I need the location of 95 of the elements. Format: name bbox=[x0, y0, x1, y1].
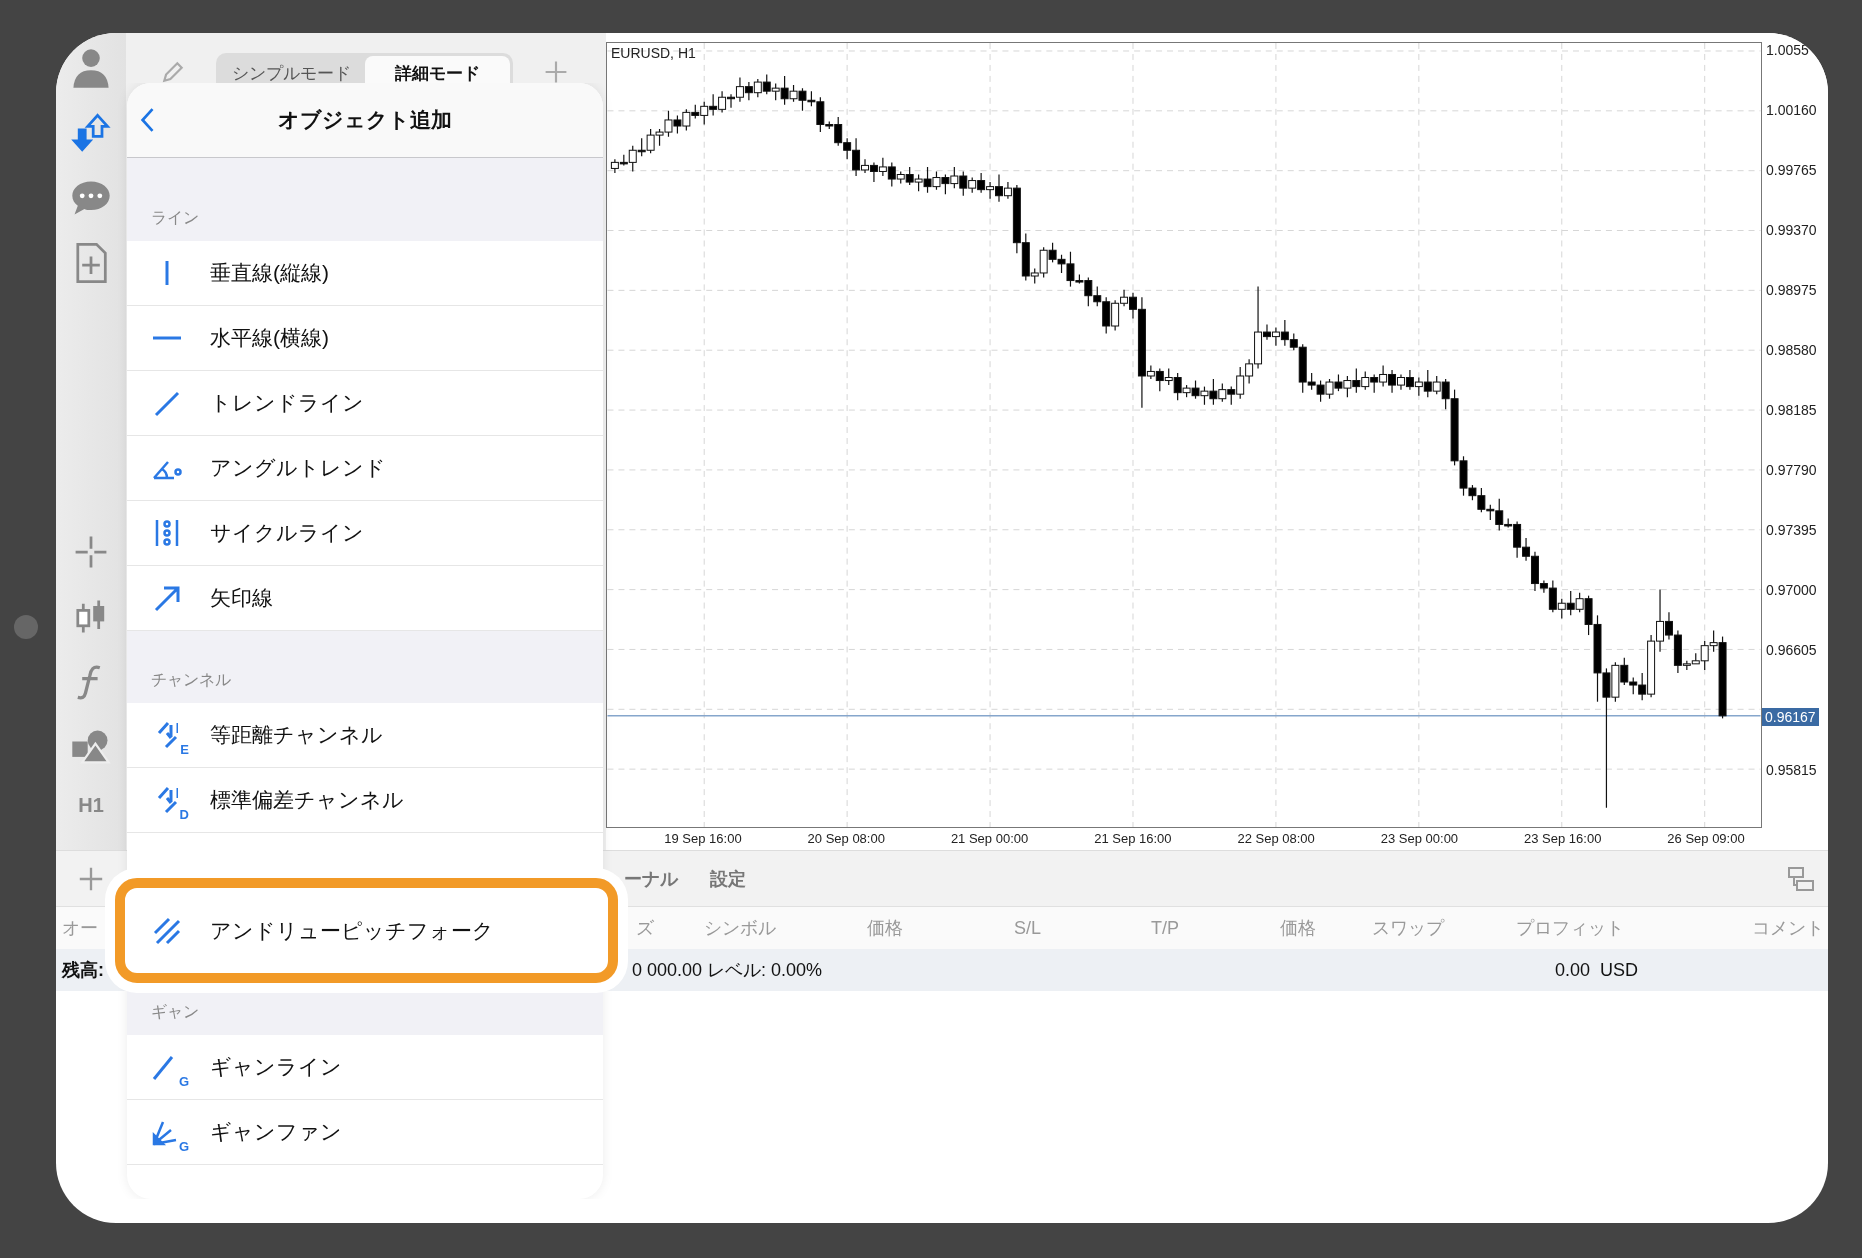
column-header: 価格 bbox=[866, 917, 904, 940]
menu-item[interactable]: アングルトレンド bbox=[127, 436, 603, 501]
channel-icon bbox=[156, 721, 178, 749]
price-label: 0.96605 bbox=[1766, 642, 1817, 658]
balance-label: 残高: bbox=[60, 959, 105, 982]
candle bbox=[1334, 373, 1343, 392]
candle bbox=[1405, 369, 1414, 391]
time-label: 23 Sep 16:00 bbox=[1523, 831, 1603, 846]
price-label: 0.97000 bbox=[1766, 582, 1817, 598]
candle bbox=[762, 73, 771, 95]
price-label: 0.99370 bbox=[1766, 222, 1817, 239]
price-label: 0.97395 bbox=[1766, 522, 1817, 538]
candle bbox=[744, 81, 753, 101]
candle bbox=[1325, 378, 1334, 400]
candle bbox=[950, 166, 959, 189]
icon-letter: D bbox=[179, 807, 189, 822]
section-title: ギャン bbox=[151, 1002, 199, 1022]
column-header: シンボル bbox=[703, 917, 777, 940]
column-header: 価格 bbox=[1278, 917, 1317, 940]
mode-tab[interactable]: シンプルモード bbox=[219, 56, 365, 91]
time-label: 21 Sep 16:00 bbox=[1093, 831, 1173, 846]
price-label: 0.95815 bbox=[1766, 761, 1817, 778]
column-header: プロフィット bbox=[1515, 917, 1625, 940]
icon-letter: G bbox=[178, 1139, 189, 1154]
candle bbox=[1566, 590, 1575, 616]
candle bbox=[932, 170, 941, 191]
candle bbox=[673, 114, 682, 135]
candle bbox=[1414, 376, 1423, 397]
candle bbox=[1388, 369, 1397, 394]
time-label: 19 Sep 16:00 bbox=[663, 831, 743, 846]
pencil-icon[interactable] bbox=[160, 59, 186, 85]
candle bbox=[1209, 378, 1218, 406]
candle bbox=[1379, 364, 1388, 388]
candle bbox=[610, 158, 619, 174]
column-header: オー bbox=[61, 917, 99, 940]
price-label: 0.97790 bbox=[1766, 462, 1817, 478]
menu-item[interactable]: 垂直線(縦線) bbox=[127, 241, 603, 306]
current-price-label: 0.96167 bbox=[1762, 707, 1819, 726]
menu-item[interactable]: サイクルライン bbox=[127, 501, 603, 566]
time-label: 23 Sep 00:00 bbox=[1379, 831, 1460, 846]
time-label: 22 Sep 08:00 bbox=[1236, 831, 1316, 846]
candle bbox=[1200, 386, 1209, 406]
candle bbox=[977, 172, 986, 194]
candle bbox=[646, 128, 655, 154]
section-title: チャンネル bbox=[151, 670, 231, 690]
candle bbox=[753, 78, 762, 98]
column-header: S/L bbox=[1013, 917, 1042, 939]
price-label: 1.00160 bbox=[1766, 102, 1817, 119]
price-label: 0.98580 bbox=[1766, 342, 1817, 358]
balance-text: 0 000.00 レベル: 0.00% bbox=[632, 959, 824, 982]
menu-item[interactable]: 水平線(横線) bbox=[127, 306, 603, 371]
price-label: 0.98185 bbox=[1766, 402, 1817, 418]
price-label: 1.0055 bbox=[1766, 42, 1809, 59]
column-header: コメント bbox=[1751, 917, 1825, 940]
candle bbox=[1343, 375, 1352, 398]
channel-icon bbox=[156, 786, 178, 814]
candle bbox=[1218, 382, 1227, 403]
menu-item[interactable]: D 標準偏差チャンネル bbox=[127, 768, 603, 833]
column-header: ズ bbox=[635, 917, 655, 940]
candle bbox=[1361, 370, 1370, 391]
menu-item[interactable]: 矢印線 bbox=[127, 566, 603, 631]
candle bbox=[1352, 367, 1361, 394]
candle bbox=[1271, 326, 1280, 347]
candle bbox=[637, 137, 646, 157]
currency-label: USD bbox=[1600, 959, 1639, 981]
icon-letter: E bbox=[180, 742, 189, 757]
candle bbox=[709, 93, 718, 116]
price-label: 0.99765 bbox=[1766, 162, 1817, 179]
section-title: ライン bbox=[151, 208, 199, 228]
price-label: 0.98975 bbox=[1766, 282, 1817, 298]
camera-dot bbox=[14, 615, 38, 639]
candle bbox=[941, 173, 950, 195]
add-icon[interactable] bbox=[543, 59, 569, 85]
horizontal-icon bbox=[152, 336, 182, 340]
panel-tab[interactable]: ーナル bbox=[624, 866, 678, 891]
candle bbox=[878, 157, 887, 177]
icon-letter: G bbox=[178, 1074, 189, 1089]
menu-item[interactable]: G ギャンライン bbox=[127, 1035, 603, 1100]
candle bbox=[869, 161, 878, 183]
menu-item[interactable]: G ギャンファン bbox=[127, 1100, 603, 1165]
time-label: 20 Sep 08:00 bbox=[806, 831, 886, 846]
candle bbox=[905, 166, 914, 186]
chart-symbol: EURUSD, H1 bbox=[611, 45, 696, 61]
time-label: 21 Sep 00:00 bbox=[949, 831, 1030, 846]
column-header: スワップ bbox=[1370, 917, 1446, 940]
panel-tab[interactable]: 設定 bbox=[710, 866, 746, 891]
menu-item[interactable]: E 等距離チャンネル bbox=[127, 703, 603, 768]
candle bbox=[1370, 373, 1379, 394]
popover-title: オブジェクト追加 bbox=[278, 107, 452, 133]
time-label: 26 Sep 09:00 bbox=[1666, 831, 1746, 846]
candle bbox=[1316, 379, 1325, 403]
menu-item[interactable]: トレンドライン bbox=[127, 371, 603, 436]
column-header: T/P bbox=[1150, 917, 1180, 939]
vertical-icon bbox=[165, 260, 169, 286]
profit-value: 0.00 bbox=[1553, 959, 1591, 981]
